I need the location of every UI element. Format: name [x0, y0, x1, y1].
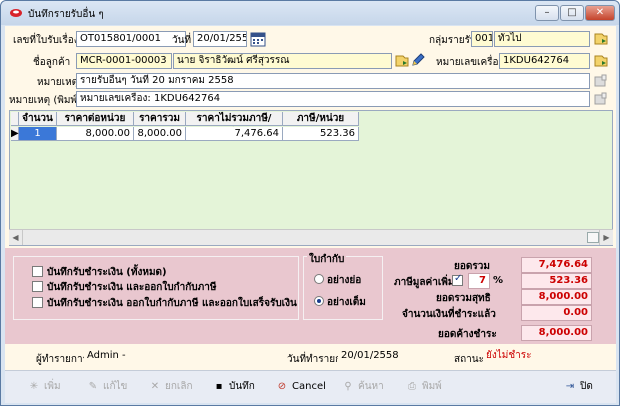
note-print-label: หมายเหตุ (พิมพ์): [9, 95, 81, 106]
close-window-button[interactable]: ✕: [585, 5, 615, 21]
save-icon: ▪: [215, 381, 223, 392]
edit-pen-icon[interactable]: [410, 52, 426, 68]
void-icon: ✕: [150, 381, 160, 392]
tax-invoice-short-radio[interactable]: [314, 274, 324, 284]
opt-payment-taxinv-label: บันทึกรับชำระเงิน และออกใบกำกับภาษี: [47, 282, 217, 293]
col-price-ex-vat-header[interactable]: ราคาไม่รวมภาษี/หน่วย: [186, 112, 283, 138]
app-window: บันทึกรายรับอื่น ๆ – □ ✕ เลขที่ใบรับเรื่…: [0, 0, 620, 406]
grid-horizontal-scrollbar[interactable]: ◀ ▶: [9, 229, 613, 245]
print-button[interactable]: ⎙ พิมพ์: [405, 377, 442, 397]
cancel-button[interactable]: ⊘ Cancel: [275, 377, 326, 397]
vat-label: ภาษีมูลค่าเพิ่ม: [394, 277, 455, 288]
note-label: หมายเหตุ: [37, 77, 79, 88]
items-grid[interactable]: จำนวน ราคาต่อหน่วย ราคารวม ราคาไม่รวมภาษ…: [9, 110, 613, 246]
note-lookup-icon[interactable]: [593, 73, 609, 89]
note-print-lookup-icon[interactable]: [593, 91, 609, 107]
scroll-thumb[interactable]: [587, 232, 599, 243]
opt-payment-taxinv-receipt-checkbox[interactable]: [32, 297, 43, 308]
row-indicator-header: [11, 112, 19, 126]
col-qty-header[interactable]: จำนวน: [19, 112, 57, 126]
tax-invoice-full-label: อย่างเต็ม: [327, 297, 366, 308]
group-name-field[interactable]: ทั่วไป: [494, 31, 590, 47]
calendar-icon[interactable]: [250, 31, 266, 47]
total-value: 7,476.64: [521, 257, 592, 273]
scroll-left-icon[interactable]: ◀: [9, 230, 23, 245]
total-label: ยอดรวม: [454, 261, 490, 272]
receipt-no-field[interactable]: OT015801/0001: [76, 31, 186, 47]
entry-date-value: 20/01/2558: [338, 349, 418, 365]
search-button[interactable]: ⚲ ค้นหา: [341, 377, 383, 397]
print-icon: ⎙: [408, 381, 416, 392]
vat-checkbox[interactable]: [452, 273, 463, 286]
window-title: บันทึกรายรับอื่น ๆ: [28, 9, 104, 20]
opt-payment-taxinv-receipt-label: บันทึกรับชำระเงิน ออกใบกำกับภาษี และออกใ…: [47, 298, 297, 309]
add-button[interactable]: ✳ เพิ่ม: [27, 377, 61, 397]
void-button[interactable]: ✕ ยกเลิก: [148, 377, 193, 397]
bottom-toolbar: ✳ เพิ่ม ✎ แก้ไข ✕ ยกเลิก ▪ บันทึก ⊘ Cancel ⚲ ค…: [5, 370, 616, 403]
paid-value: 0.00: [521, 305, 592, 321]
app-icon: [10, 9, 22, 17]
search-icon: ⚲: [344, 381, 352, 392]
add-icon: ✳: [29, 381, 39, 392]
col-total-header[interactable]: ราคารวม: [134, 112, 186, 126]
vat-percent-sign: %: [493, 275, 504, 286]
net-label: ยอดรวมสุทธิ: [436, 293, 491, 304]
close-button[interactable]: ⇥ ปิด: [563, 377, 593, 397]
due-label: ยอดค้างชำระ: [438, 329, 497, 340]
col-unit-price-header[interactable]: ราคาต่อหน่วย: [57, 112, 134, 126]
tax-invoice-full-radio[interactable]: [314, 296, 324, 306]
col-vat-header[interactable]: ภาษี/หน่วย: [283, 112, 359, 126]
customer-name-field[interactable]: นาย จิราธิวัฒน์ ศรีสุวรรณ: [173, 53, 392, 69]
customer-code-field[interactable]: MCR-0001-00003: [76, 53, 172, 69]
status-bar: ผู้ทำรายการ Admin - วันที่ทำรายการ 20/01…: [5, 344, 616, 370]
machine-lookup-icon[interactable]: [593, 53, 609, 69]
paid-label: จำนวนเงินที่ชำระแล้ว: [402, 309, 496, 320]
state-label: สถานะ: [454, 354, 484, 365]
scroll-right-icon[interactable]: ▶: [599, 230, 613, 245]
note-print-field[interactable]: หมายเลขเครื่อง: 1KDU642764: [76, 91, 590, 107]
minimize-button[interactable]: –: [535, 5, 559, 21]
user-value: Admin -: [84, 349, 264, 365]
opt-payment-taxinv-checkbox[interactable]: [32, 281, 43, 292]
row-pointer-icon: ▶: [11, 127, 19, 141]
date-label: วันที่: [172, 35, 192, 46]
vat-amount-value: 523.36: [521, 273, 592, 289]
table-row-total[interactable]: 8,000.00: [134, 127, 186, 141]
customer-label: ชื่อลูกค้า: [33, 57, 71, 68]
edit-button[interactable]: ✎ แก้ไข: [86, 377, 128, 397]
table-row-vat[interactable]: 523.36: [283, 127, 359, 141]
due-value: 8,000.00: [521, 325, 592, 341]
opt-payment-all-checkbox[interactable]: [32, 266, 43, 277]
net-value: 8,000.00: [521, 289, 592, 305]
machine-no-field[interactable]: 1KDU642764: [499, 53, 590, 69]
date-field[interactable]: 20/01/2558: [193, 31, 247, 47]
save-button[interactable]: ▪ บันทึก: [212, 377, 255, 397]
tax-invoice-short-label: อย่างย่อ: [327, 275, 362, 286]
exit-icon: ⇥: [565, 381, 575, 392]
summary-panel: บันทึกรับชำระเงิน (ทั้งหมด) บันทึกรับชำร…: [5, 248, 616, 344]
lookup-icon[interactable]: [593, 31, 609, 47]
maximize-button[interactable]: □: [560, 5, 584, 21]
user-label: ผู้ทำรายการ: [36, 354, 88, 365]
group-code-field[interactable]: 001: [471, 31, 493, 47]
group-label: กลุ่มรายรับ: [429, 35, 477, 46]
table-row-qty[interactable]: 1: [19, 127, 57, 141]
receipt-no-label: เลขที่ใบรับเรื่อง: [13, 35, 79, 46]
machine-label: หมายเลขเครื่อง: [436, 57, 504, 68]
vat-rate-field[interactable]: 7: [468, 273, 490, 289]
customer-lookup-icon[interactable]: [394, 53, 410, 69]
form-body: เลขที่ใบรับเรื่อง OT015801/0001 วันที่ 2…: [5, 26, 616, 403]
state-value: ยังไม่ชำระ: [483, 349, 601, 365]
tax-invoice-label: ใบกำกับ: [307, 252, 347, 267]
edit-icon: ✎: [88, 381, 98, 392]
table-row-price-ex-vat[interactable]: 7,476.64: [186, 127, 283, 141]
note-field[interactable]: รายรับอื่นๆ วันที่ 20 มกราคม 2558: [76, 73, 590, 89]
table-row-unit-price[interactable]: 8,000.00: [57, 127, 134, 141]
cancel-icon: ⊘: [277, 381, 287, 392]
opt-payment-all-label: บันทึกรับชำระเงิน (ทั้งหมด): [47, 267, 167, 278]
title-bar[interactable]: บันทึกรายรับอื่น ๆ – □ ✕: [1, 1, 619, 25]
